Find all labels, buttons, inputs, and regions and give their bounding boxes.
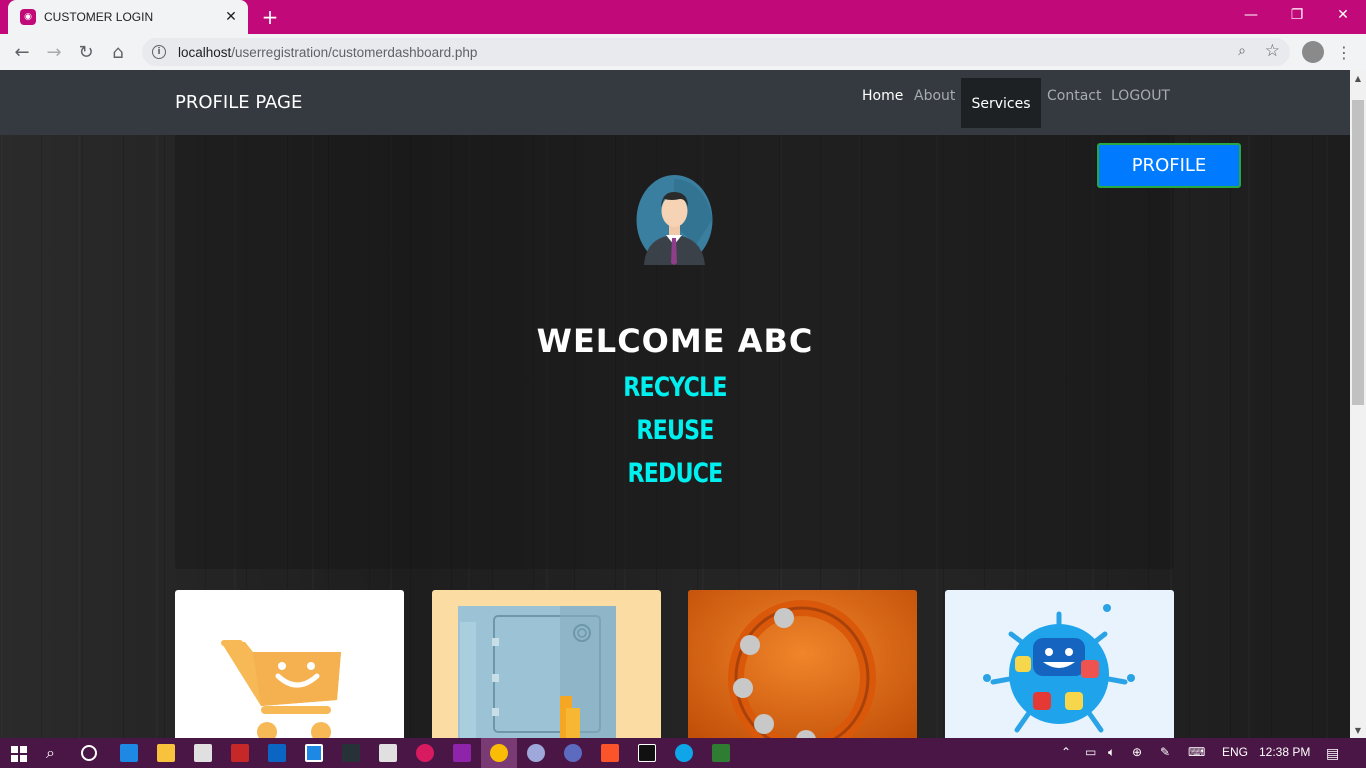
back-icon[interactable]: ← <box>6 36 38 68</box>
store-icon[interactable] <box>194 744 212 762</box>
windows-start-icon[interactable] <box>11 746 27 762</box>
zoom-icon[interactable]: ⌕ <box>1238 43 1246 59</box>
site-info-icon[interactable]: i <box>152 45 166 59</box>
window-close-icon[interactable]: ✕ <box>1320 0 1366 30</box>
notifications-icon[interactable]: ▤ <box>1326 745 1339 762</box>
blue-monster-icon <box>983 604 1135 733</box>
app-icon-lavender[interactable] <box>527 744 545 762</box>
app-icon[interactable] <box>231 744 249 762</box>
user-avatar-icon <box>636 175 713 265</box>
new-tab-icon[interactable]: + <box>258 5 282 29</box>
app-favicon-icon: ◉ <box>20 9 36 25</box>
nav-home[interactable]: Home <box>862 88 903 104</box>
slogan-recycle: RECYCLE <box>623 372 727 403</box>
terminal-icon[interactable] <box>342 744 360 762</box>
app-icon-indigo[interactable] <box>564 744 582 762</box>
url-text: localhost/userregistration/customerdashb… <box>178 44 478 60</box>
scroll-down-arrow-icon[interactable]: ▼ <box>1350 722 1366 738</box>
windows-taskbar: ⌕ ⌃ ▭ 🔈︎ ⊕ ✎ ⌨ ENG 12:38 PM ▤ <box>0 738 1366 768</box>
card-community[interactable] <box>945 590 1174 738</box>
shopping-cart-icon <box>221 640 341 738</box>
clock[interactable]: 12:38 PM <box>1259 745 1310 759</box>
app-icon-blue[interactable] <box>305 744 323 762</box>
brave-icon[interactable] <box>601 744 619 762</box>
minimize-icon[interactable]: — <box>1228 0 1274 30</box>
home-icon[interactable]: ⌂ <box>102 36 134 68</box>
keyboard-icon[interactable]: ⌨ <box>1188 745 1205 759</box>
slogan-reuse: REUSE <box>636 415 714 446</box>
search-icon[interactable]: ⌕ <box>46 743 55 763</box>
restore-icon[interactable]: ❐ <box>1274 0 1320 30</box>
pen-icon[interactable]: ✎ <box>1160 745 1170 759</box>
language-indicator[interactable]: ENG <box>1222 745 1248 759</box>
photos-icon[interactable] <box>453 744 471 762</box>
nav-services[interactable]: Services <box>961 78 1041 128</box>
nav-logout[interactable]: LOGOUT <box>1111 88 1170 104</box>
chrome-icon[interactable] <box>490 744 508 762</box>
scrollbar-thumb[interactable] <box>1352 100 1364 405</box>
scroll-up-arrow-icon[interactable]: ▲ <box>1350 70 1366 86</box>
address-bar[interactable]: i localhost/userregistration/customerdas… <box>142 38 1290 66</box>
slogan-reduce: REDUCE <box>627 458 724 489</box>
show-hidden-icons[interactable]: ⌃ <box>1061 745 1071 759</box>
notepad-icon[interactable] <box>712 744 730 762</box>
browser-menu-icon[interactable]: ⋮ <box>1334 40 1354 64</box>
network-icon[interactable]: ⊕ <box>1132 745 1142 759</box>
card-cycle[interactable] <box>688 590 917 738</box>
recycle-ring-icon <box>688 590 917 738</box>
volume-icon[interactable]: 🔈︎ <box>1108 745 1115 760</box>
battery-icon[interactable]: ▭ <box>1085 745 1096 759</box>
safe-vault-icon <box>458 606 616 738</box>
tab-title: CUSTOMER LOGIN <box>44 10 154 24</box>
app-icon-pink[interactable] <box>416 744 434 762</box>
linkedin-icon[interactable] <box>268 744 286 762</box>
browser-toolbar: ← → ↻ ⌂ i localhost/userregistration/cus… <box>0 34 1366 70</box>
welcome-heading: WELCOME ABC <box>536 322 814 360</box>
page-viewport: PROFILE PAGE Home About Services Contact… <box>0 70 1350 738</box>
card-savings[interactable] <box>432 590 661 738</box>
pycharm-icon[interactable] <box>638 744 656 762</box>
browser-tab-bar: ◉ CUSTOMER LOGIN ✕ + — ❐ ✕ <box>0 0 1366 34</box>
profile-button[interactable]: PROFILE <box>1097 143 1241 188</box>
browser-profile-avatar[interactable] <box>1302 41 1324 63</box>
nav-contact[interactable]: Contact <box>1047 88 1101 104</box>
file-explorer-icon[interactable] <box>157 744 175 762</box>
calculator-icon[interactable] <box>379 744 397 762</box>
site-navbar: PROFILE PAGE Home About Services Contact… <box>0 70 1350 135</box>
bookmark-star-icon[interactable]: ☆ <box>1265 41 1280 61</box>
edge-icon[interactable] <box>675 744 693 762</box>
site-brand[interactable]: PROFILE PAGE <box>175 92 302 113</box>
forward-icon[interactable]: → <box>38 36 70 68</box>
reload-icon[interactable]: ↻ <box>70 36 102 68</box>
cortana-icon[interactable] <box>81 745 97 761</box>
close-tab-icon[interactable]: ✕ <box>222 8 240 26</box>
browser-tab[interactable]: ◉ CUSTOMER LOGIN ✕ <box>8 0 248 34</box>
card-shopping[interactable] <box>175 590 404 738</box>
nav-about[interactable]: About <box>914 88 955 104</box>
mail-icon[interactable] <box>120 744 138 762</box>
